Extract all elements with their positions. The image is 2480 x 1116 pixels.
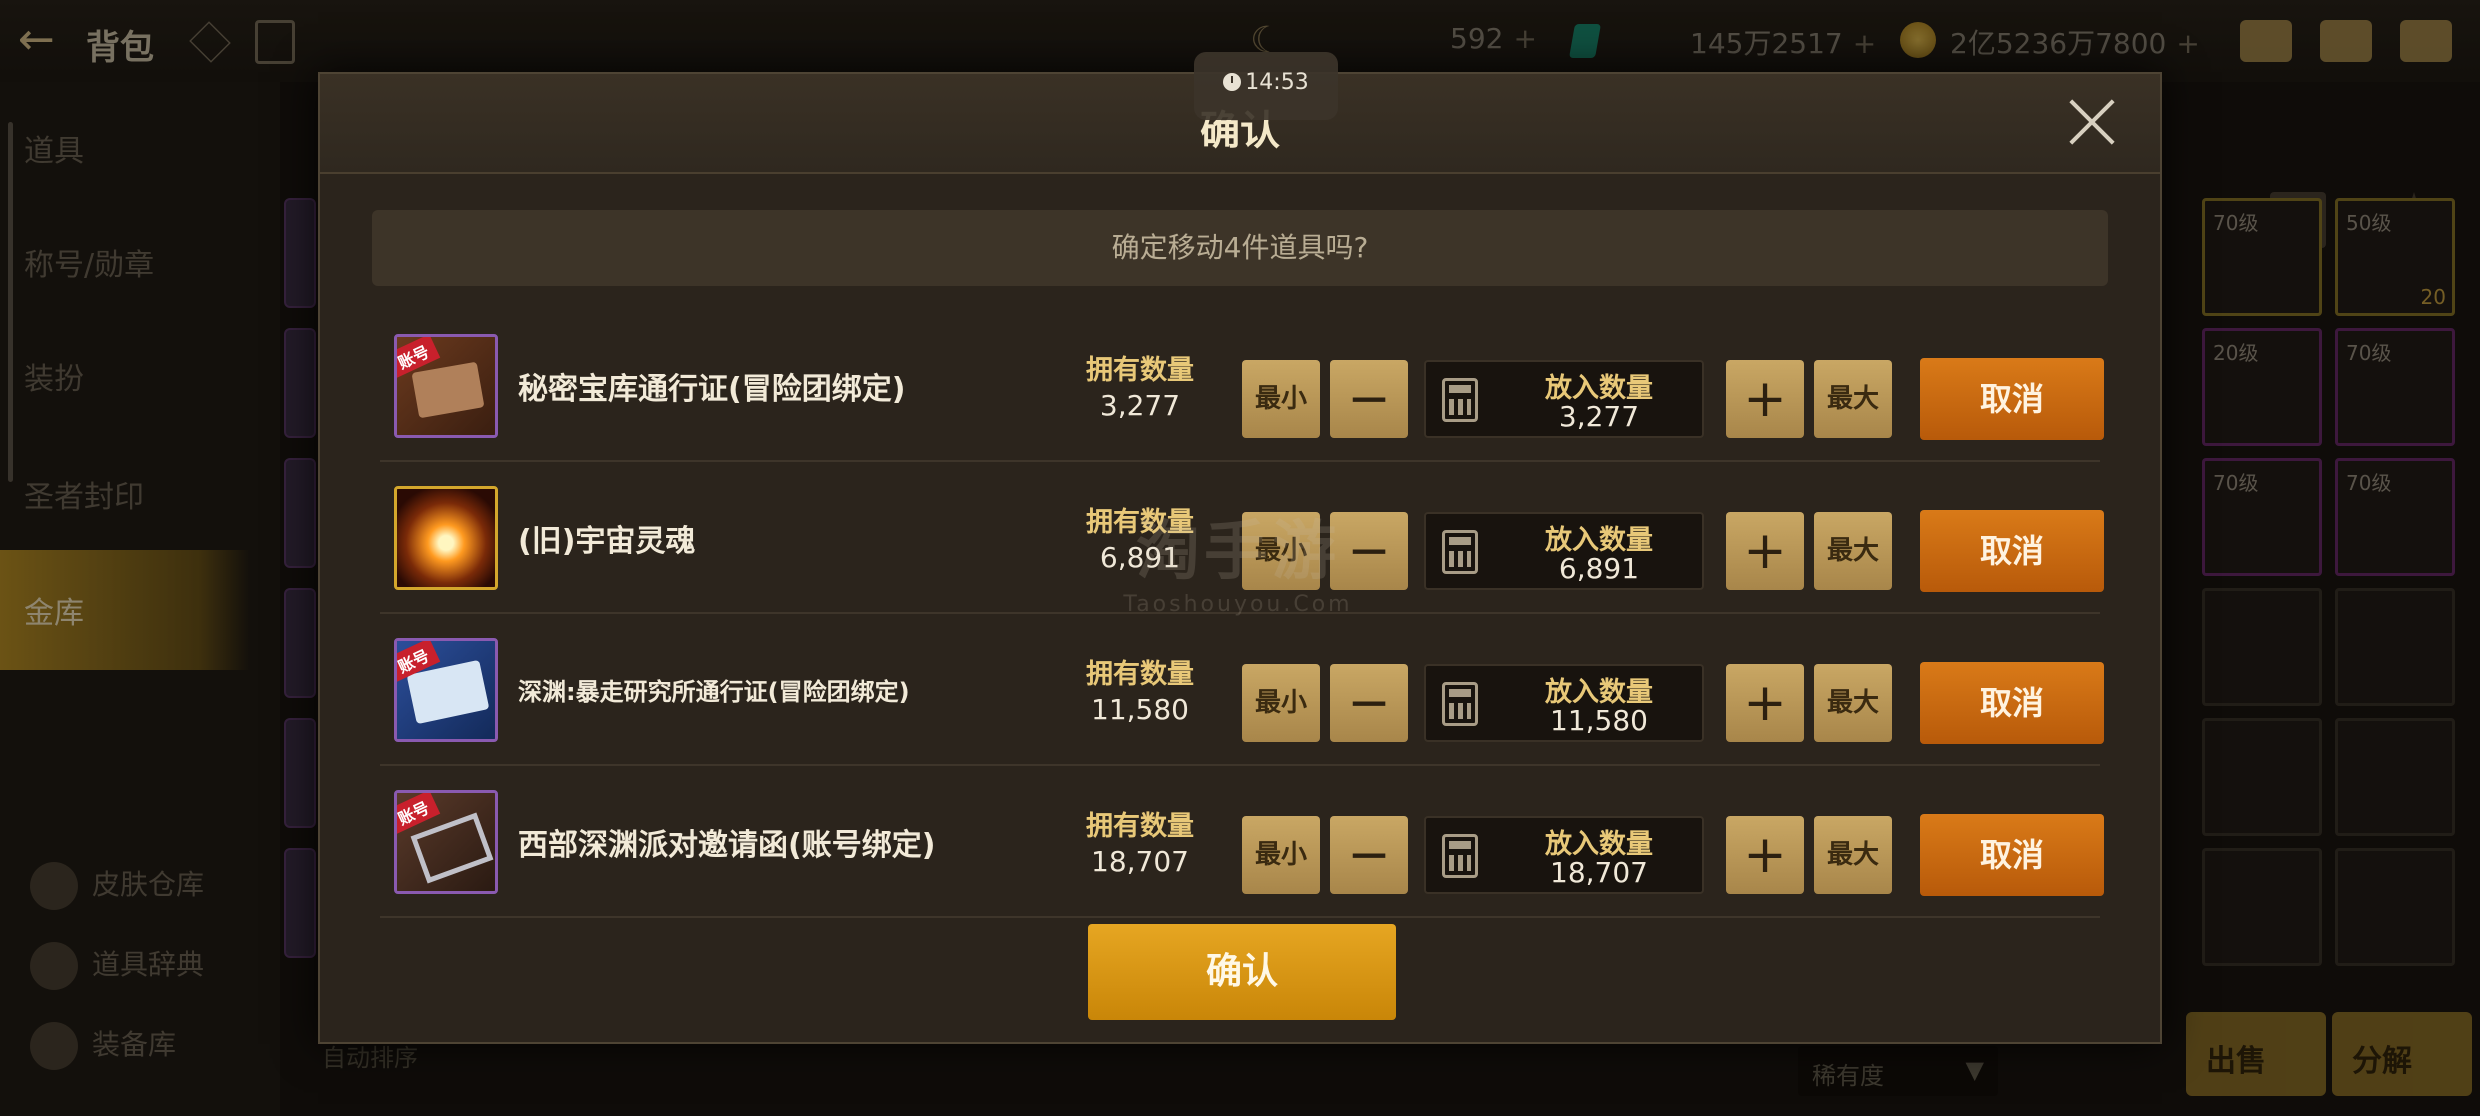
item-name: 深渊:暴走研究所通行证(冒险团绑定): [518, 678, 910, 706]
confirm-dialog: 确认 确定移动4件道具吗? 账号 秘密宝库通行证(冒险团绑定) 拥有数量 3,27…: [318, 72, 2162, 1044]
item-name: 西部深渊派对邀请函(账号绑定): [518, 828, 936, 863]
plus-button[interactable]: +: [1726, 360, 1804, 438]
timer-badge: 14:53: [1194, 52, 1338, 120]
cancel-button[interactable]: 取消: [1920, 814, 2104, 896]
put-quantity-field[interactable]: 放入数量 3,277: [1424, 360, 1704, 438]
invite-icon[interactable]: 账号: [394, 790, 498, 894]
owned-quantity: 拥有数量 3,277: [1086, 355, 1194, 422]
item-row: 账号 西部深渊派对邀请函(账号绑定) 拥有数量 18,707 最小 − 放入数量 …: [380, 766, 2104, 918]
minus-button[interactable]: −: [1330, 664, 1408, 742]
owned-quantity: 拥有数量 6,891: [1086, 507, 1194, 574]
minus-button[interactable]: −: [1330, 512, 1408, 590]
put-quantity-field[interactable]: 放入数量 11,580: [1424, 664, 1704, 742]
minus-button[interactable]: −: [1330, 816, 1408, 894]
item-name: 秘密宝库通行证(冒险团绑定): [518, 372, 906, 407]
cancel-button[interactable]: 取消: [1920, 662, 2104, 744]
cancel-button[interactable]: 取消: [1920, 358, 2104, 440]
owned-quantity: 拥有数量 18,707: [1086, 811, 1194, 878]
max-button[interactable]: 最大: [1814, 816, 1892, 894]
calculator-icon[interactable]: [1442, 530, 1478, 574]
put-quantity-field[interactable]: 放入数量 18,707: [1424, 816, 1704, 894]
max-button[interactable]: 最大: [1814, 512, 1892, 590]
owned-quantity: 拥有数量 11,580: [1086, 659, 1194, 726]
confirm-button[interactable]: 确认: [1088, 924, 1396, 1020]
item-name: (旧)宇宙灵魂: [518, 524, 696, 559]
put-quantity-field[interactable]: 放入数量 6,891: [1424, 512, 1704, 590]
min-button[interactable]: 最小: [1242, 360, 1320, 438]
cancel-button[interactable]: 取消: [1920, 510, 2104, 592]
clock-icon: [1223, 73, 1242, 91]
calculator-icon[interactable]: [1442, 834, 1478, 878]
max-button[interactable]: 最大: [1814, 664, 1892, 742]
confirm-prompt: 确定移动4件道具吗?: [372, 210, 2108, 286]
soul-icon[interactable]: [394, 486, 498, 590]
plus-button[interactable]: +: [1726, 512, 1804, 590]
item-row: (旧)宇宙灵魂 拥有数量 6,891 最小 − 放入数量 6,891 + 最大 取…: [380, 462, 2104, 614]
pass-icon[interactable]: 账号: [394, 334, 498, 438]
item-row: 账号 深渊:暴走研究所通行证(冒险团绑定) 拥有数量 11,580 最小 − 放入…: [380, 614, 2104, 766]
plus-button[interactable]: +: [1726, 816, 1804, 894]
min-button[interactable]: 最小: [1242, 816, 1320, 894]
abyss-pass-icon[interactable]: 账号: [394, 638, 498, 742]
calculator-icon[interactable]: [1442, 378, 1478, 422]
minus-button[interactable]: −: [1330, 360, 1408, 438]
min-button[interactable]: 最小: [1242, 512, 1320, 590]
max-button[interactable]: 最大: [1814, 360, 1892, 438]
min-button[interactable]: 最小: [1242, 664, 1320, 742]
calculator-icon[interactable]: [1442, 682, 1478, 726]
close-icon[interactable]: [2068, 98, 2116, 146]
plus-button[interactable]: +: [1726, 664, 1804, 742]
item-row: 账号 秘密宝库通行证(冒险团绑定) 拥有数量 3,277 最小 − 放入数量 3,…: [380, 310, 2104, 462]
